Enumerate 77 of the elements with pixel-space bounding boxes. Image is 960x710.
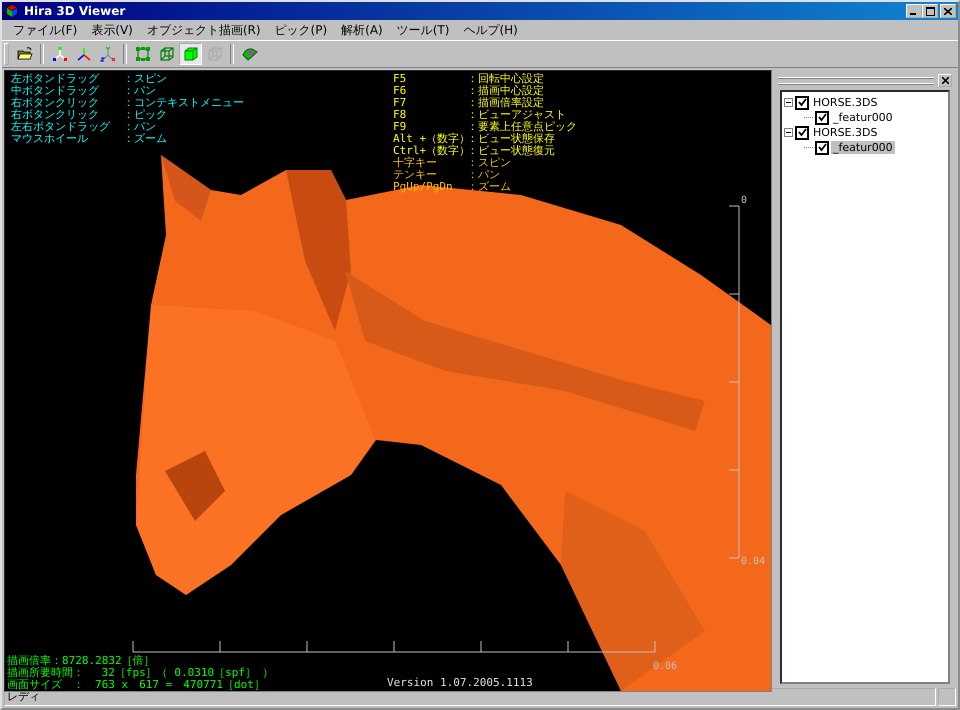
- shortcut-action: ：回転中心設定: [467, 73, 544, 85]
- menu-item[interactable]: ヘルプ(H): [456, 22, 525, 38]
- tree-connector: [804, 147, 813, 148]
- render-info-text: 描画所要時間： 32［fps］（ 0.0310［spf］ ）: [7, 667, 274, 679]
- window-title: Hira 3D Viewer: [24, 4, 126, 18]
- surface-icon: [242, 46, 258, 62]
- status-panel: [938, 688, 956, 706]
- shortcut-action: ：スピン: [123, 73, 167, 85]
- bounding-box-icon: [134, 46, 150, 62]
- panel-gripper[interactable]: [778, 76, 934, 84]
- shortcut-action: ：パン: [123, 85, 156, 97]
- shortcut-key: Ctrl+（数字）: [393, 145, 467, 157]
- minimize-button[interactable]: [906, 4, 922, 18]
- collapse-toggle[interactable]: [784, 128, 793, 137]
- cube-icon: [4, 3, 20, 19]
- shortcut-key: Alt +（数字）: [393, 133, 467, 145]
- checkbox[interactable]: [815, 140, 829, 154]
- shortcut-key: 右ボタンクリック: [11, 97, 123, 109]
- collapse-toggle[interactable]: [784, 98, 793, 107]
- maximize-button[interactable]: [922, 4, 938, 18]
- menu-item[interactable]: ツール(T): [390, 22, 456, 38]
- maximize-icon: [926, 6, 934, 16]
- scale-label: 0: [741, 195, 748, 207]
- shortcut-action: ：スピン: [467, 157, 511, 169]
- close-icon: [944, 8, 952, 14]
- render-info-text: 描画倍率：8728.2832［倍］: [7, 655, 156, 667]
- scale-label: 0.04: [741, 556, 766, 568]
- shortcut-key: F7: [393, 97, 467, 109]
- wireframe-cube-icon: [158, 46, 174, 62]
- shortcut-action: ：ビュー状態保存: [467, 133, 555, 145]
- shortcut-action: ：要素上任意点ピック: [467, 121, 577, 133]
- shortcut-action: ：パン: [467, 169, 500, 181]
- close-button[interactable]: [940, 4, 956, 18]
- shortcut-action: ：ビュー状態復元: [467, 145, 555, 157]
- tree-item[interactable]: _featur000: [831, 111, 895, 124]
- tree-item[interactable]: _featur000: [831, 141, 895, 154]
- checkbox[interactable]: [795, 96, 809, 110]
- axes-icon: [52, 46, 68, 62]
- tree-item[interactable]: HORSE.3DS: [811, 96, 880, 109]
- solid-cube-icon: [182, 46, 198, 62]
- menu-item[interactable]: 表示(V): [84, 22, 140, 38]
- checkbox[interactable]: [815, 110, 829, 124]
- scale-label: 0.06: [653, 661, 678, 673]
- shortcut-action: ：コンテキストメニュー: [123, 97, 244, 109]
- shortcut-key: F6: [393, 85, 467, 97]
- shortcut-key: 右ボタンクリック: [11, 109, 123, 121]
- tree-item[interactable]: HORSE.3DS: [811, 126, 880, 139]
- axes-icon: [100, 46, 116, 62]
- shortcut-key: F5: [393, 73, 467, 85]
- shortcut-key: 十字キー: [393, 157, 467, 169]
- close-icon: [942, 76, 948, 84]
- 3d-viewport[interactable]: [4, 70, 772, 692]
- menu-item[interactable]: 解析(A): [334, 22, 390, 38]
- shortcut-action: ：ズーム: [123, 133, 167, 145]
- shortcut-key: F9: [393, 121, 467, 133]
- axes-icon: [76, 46, 92, 62]
- shortcut-action: ：パン: [123, 121, 156, 133]
- checkbox[interactable]: [795, 126, 809, 140]
- shortcut-key: 左右ボタンドラッグ: [11, 121, 123, 133]
- tree-connector: [804, 117, 813, 118]
- shortcut-action: ：ズーム: [467, 181, 511, 193]
- folder-icon: [16, 46, 32, 62]
- shortcut-action: ：ビューアジャスト: [467, 109, 566, 121]
- shortcut-action: ：描画中心設定: [467, 85, 544, 97]
- shortcut-key: テンキー: [393, 169, 467, 181]
- close-button[interactable]: [938, 74, 952, 86]
- shortcut-key: 左ボタンドラッグ: [11, 73, 123, 85]
- render-info-text: 画面サイズ ： 763 x 617 = 470771［dot］: [7, 679, 266, 691]
- menu-item[interactable]: オブジェクト描画(R): [140, 22, 268, 38]
- menu-item[interactable]: ピック(P): [268, 22, 334, 38]
- version-text: Version 1.07.2005.1113: [387, 677, 533, 689]
- shortcut-key: マウスホイール: [11, 133, 123, 145]
- shortcut-action: ：描画倍率設定: [467, 97, 544, 109]
- shortcut-action: ：ピック: [123, 109, 167, 121]
- shortcut-key: 中ボタンドラッグ: [11, 85, 123, 97]
- menu-item[interactable]: ファイル(F): [6, 22, 84, 38]
- shortcut-key: F8: [393, 109, 467, 121]
